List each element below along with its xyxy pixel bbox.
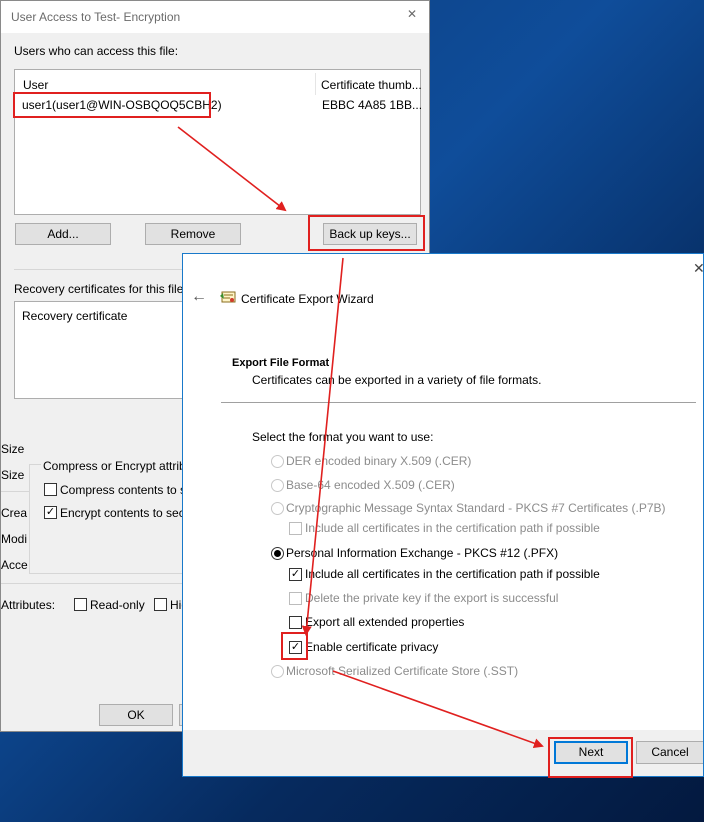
row-thumbprint: EBBC 4A85 1BB... bbox=[322, 98, 423, 112]
radio-der[interactable] bbox=[271, 455, 284, 468]
option-pfx-label: Personal Information Exchange - PKCS #12… bbox=[286, 546, 559, 560]
radio-pkcs7[interactable] bbox=[271, 502, 284, 515]
radio-base64[interactable] bbox=[271, 479, 284, 492]
divider bbox=[1, 583, 183, 584]
pkcs7-include-checkbox[interactable] bbox=[289, 522, 302, 535]
certificate-export-wizard: ✕ ← Certificate Export Wizard Export Fil… bbox=[182, 253, 704, 777]
column-header-thumbprint[interactable]: Certificate thumb... bbox=[321, 78, 422, 92]
wizard-heading: Export File Format bbox=[232, 357, 330, 369]
option-base64-label: Base-64 encoded X.509 (.CER) bbox=[286, 478, 455, 492]
wizard-subheading: Certificates can be exported in a variet… bbox=[252, 373, 542, 387]
users-label: Users who can access this file: bbox=[14, 44, 179, 58]
recovery-label: Recovery certificates for this file as d bbox=[14, 282, 210, 296]
compress-label: Compress contents to sav bbox=[60, 483, 199, 497]
close-icon[interactable]: ✕ bbox=[693, 260, 703, 277]
compress-group-title: Compress or Encrypt attribut bbox=[41, 459, 198, 473]
modified-label: Modi bbox=[1, 532, 28, 546]
remove-button[interactable]: Remove bbox=[145, 223, 241, 245]
cancel-button[interactable]: Cancel bbox=[636, 741, 703, 764]
close-icon[interactable]: ✕ bbox=[407, 7, 417, 21]
accessed-label: Acce bbox=[1, 558, 28, 572]
hidden-checkbox[interactable] bbox=[154, 598, 167, 611]
column-header-recovery[interactable]: Recovery certificate bbox=[22, 309, 127, 323]
dialog-titlebar: User Access to Test- Encryption ✕ bbox=[1, 1, 429, 33]
created-label: Crea bbox=[1, 506, 28, 520]
divider bbox=[221, 402, 696, 403]
option-sst-label: Microsoft Serialized Certificate Store (… bbox=[286, 664, 519, 678]
radio-sst[interactable] bbox=[271, 665, 284, 678]
users-list[interactable]: User Certificate thumb... user1(user1@WI… bbox=[14, 69, 423, 215]
read-only-label: Read-only bbox=[90, 598, 145, 612]
pfx-include-label: Include all certificates in the certific… bbox=[305, 567, 600, 581]
divider bbox=[1, 491, 29, 492]
column-header-user[interactable]: User bbox=[23, 78, 48, 92]
format-prompt: Select the format you want to use: bbox=[252, 430, 434, 444]
option-der-label: DER encoded binary X.509 (.CER) bbox=[286, 454, 472, 468]
size-on-disk-label: Size bbox=[1, 468, 25, 482]
back-arrow-icon[interactable]: ← bbox=[191, 288, 207, 306]
pfx-export-extended-checkbox[interactable] bbox=[289, 616, 302, 629]
option-pkcs7-label: Cryptographic Message Syntax Standard - … bbox=[286, 501, 666, 515]
encrypt-checkbox[interactable]: ✓ bbox=[44, 506, 57, 519]
pfx-privacy-label: Enable certificate privacy bbox=[305, 640, 439, 654]
recovery-list[interactable]: Recovery certificate bbox=[14, 301, 194, 399]
read-only-checkbox[interactable] bbox=[74, 598, 87, 611]
compress-checkbox[interactable] bbox=[44, 483, 57, 496]
column-divider bbox=[315, 73, 316, 95]
annotation-highlight-backup bbox=[308, 215, 425, 251]
ok-button[interactable]: OK bbox=[99, 704, 173, 726]
attributes-label: Attributes: bbox=[1, 598, 56, 612]
pfx-include-checkbox[interactable]: ✓ bbox=[289, 568, 302, 581]
annotation-highlight-privacy bbox=[281, 632, 308, 660]
wizard-title: Certificate Export Wizard bbox=[241, 292, 374, 306]
pfx-export-extended-label: Export all extended properties bbox=[305, 615, 465, 629]
pkcs7-include-label: Include all certificates in the certific… bbox=[305, 521, 600, 535]
certificate-icon bbox=[219, 290, 237, 304]
radio-pfx[interactable] bbox=[271, 547, 284, 560]
size-label: Size bbox=[1, 442, 25, 456]
pfx-delete-key-label: Delete the private key if the export is … bbox=[305, 591, 559, 605]
dialog-title: User Access to Test- Encryption bbox=[11, 10, 181, 24]
annotation-highlight-next bbox=[548, 737, 633, 778]
pfx-delete-key-checkbox[interactable] bbox=[289, 592, 302, 605]
annotation-highlight-user bbox=[13, 92, 211, 118]
add-button[interactable]: Add... bbox=[15, 223, 111, 245]
encrypt-label: Encrypt contents to secur bbox=[60, 506, 196, 520]
